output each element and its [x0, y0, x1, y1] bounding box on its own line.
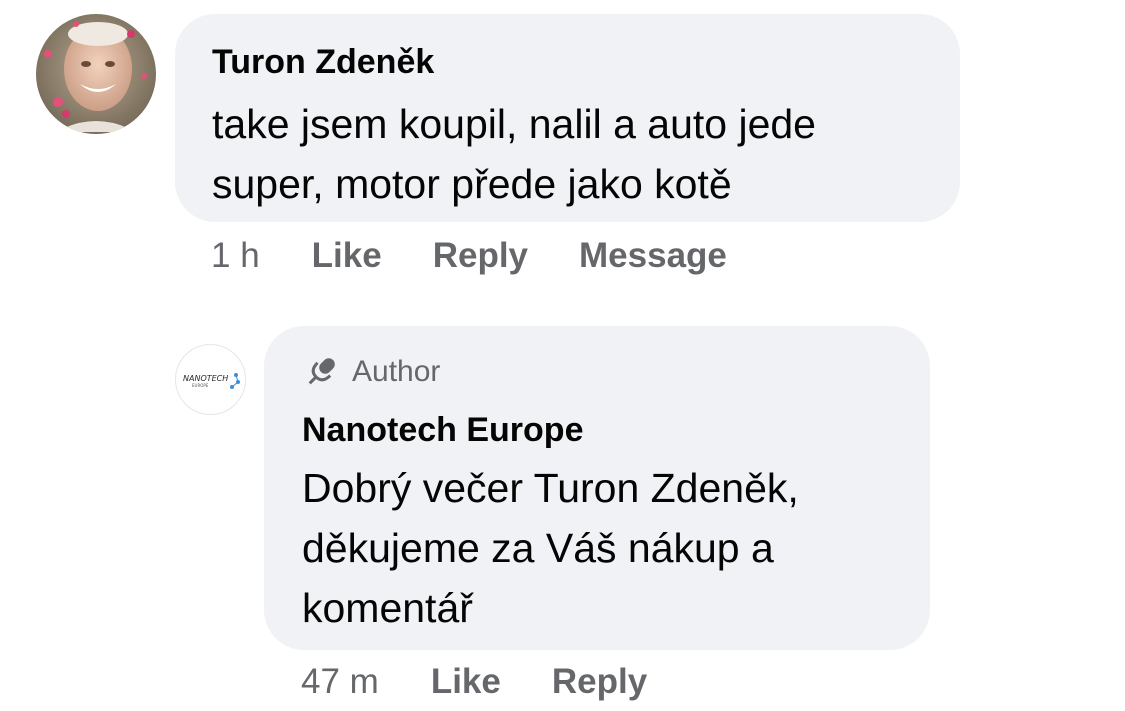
reply-actions: 47 m Like Reply	[301, 660, 647, 704]
nanotech-logo: NANOTECH EUROPE	[183, 373, 240, 389]
reply-text: Dobrý večer Turon Zdeněk, děkujeme za Vá…	[302, 465, 799, 631]
microphone-icon	[308, 358, 335, 385]
author-badge: Author	[302, 352, 900, 392]
comment-actions: 1 h Like Reply Message	[211, 234, 727, 278]
reply-timestamp[interactable]: 47 m	[301, 662, 379, 702]
avatar-nanotech-europe[interactable]: NANOTECH EUROPE	[175, 344, 246, 415]
like-button[interactable]: Like	[312, 236, 382, 276]
reply-reply-button[interactable]: Reply	[552, 662, 647, 702]
comment-author-name[interactable]: Turon Zdeněk	[212, 42, 924, 82]
logo-tagline: EUROPE	[192, 383, 209, 388]
reply-author-name[interactable]: Nanotech Europe	[302, 410, 900, 450]
message-button[interactable]: Message	[579, 236, 727, 276]
comment-bubble: Turon Zdeněk take jsem koupil, nalil a a…	[175, 14, 960, 222]
logo-wordmark: NANOTECH	[183, 374, 228, 383]
reply-bubble: Author Nanotech Europe Dobrý večer Turon…	[264, 326, 930, 650]
avatar-turon-zdenek[interactable]	[36, 14, 156, 134]
profile-photo	[36, 14, 156, 134]
reply-button[interactable]: Reply	[433, 236, 528, 276]
author-badge-label: Author	[352, 355, 441, 388]
comment-timestamp[interactable]: 1 h	[211, 236, 260, 276]
reply-like-button[interactable]: Like	[431, 662, 501, 702]
comment-text: take jsem koupil, nalil a auto jede supe…	[212, 101, 816, 207]
